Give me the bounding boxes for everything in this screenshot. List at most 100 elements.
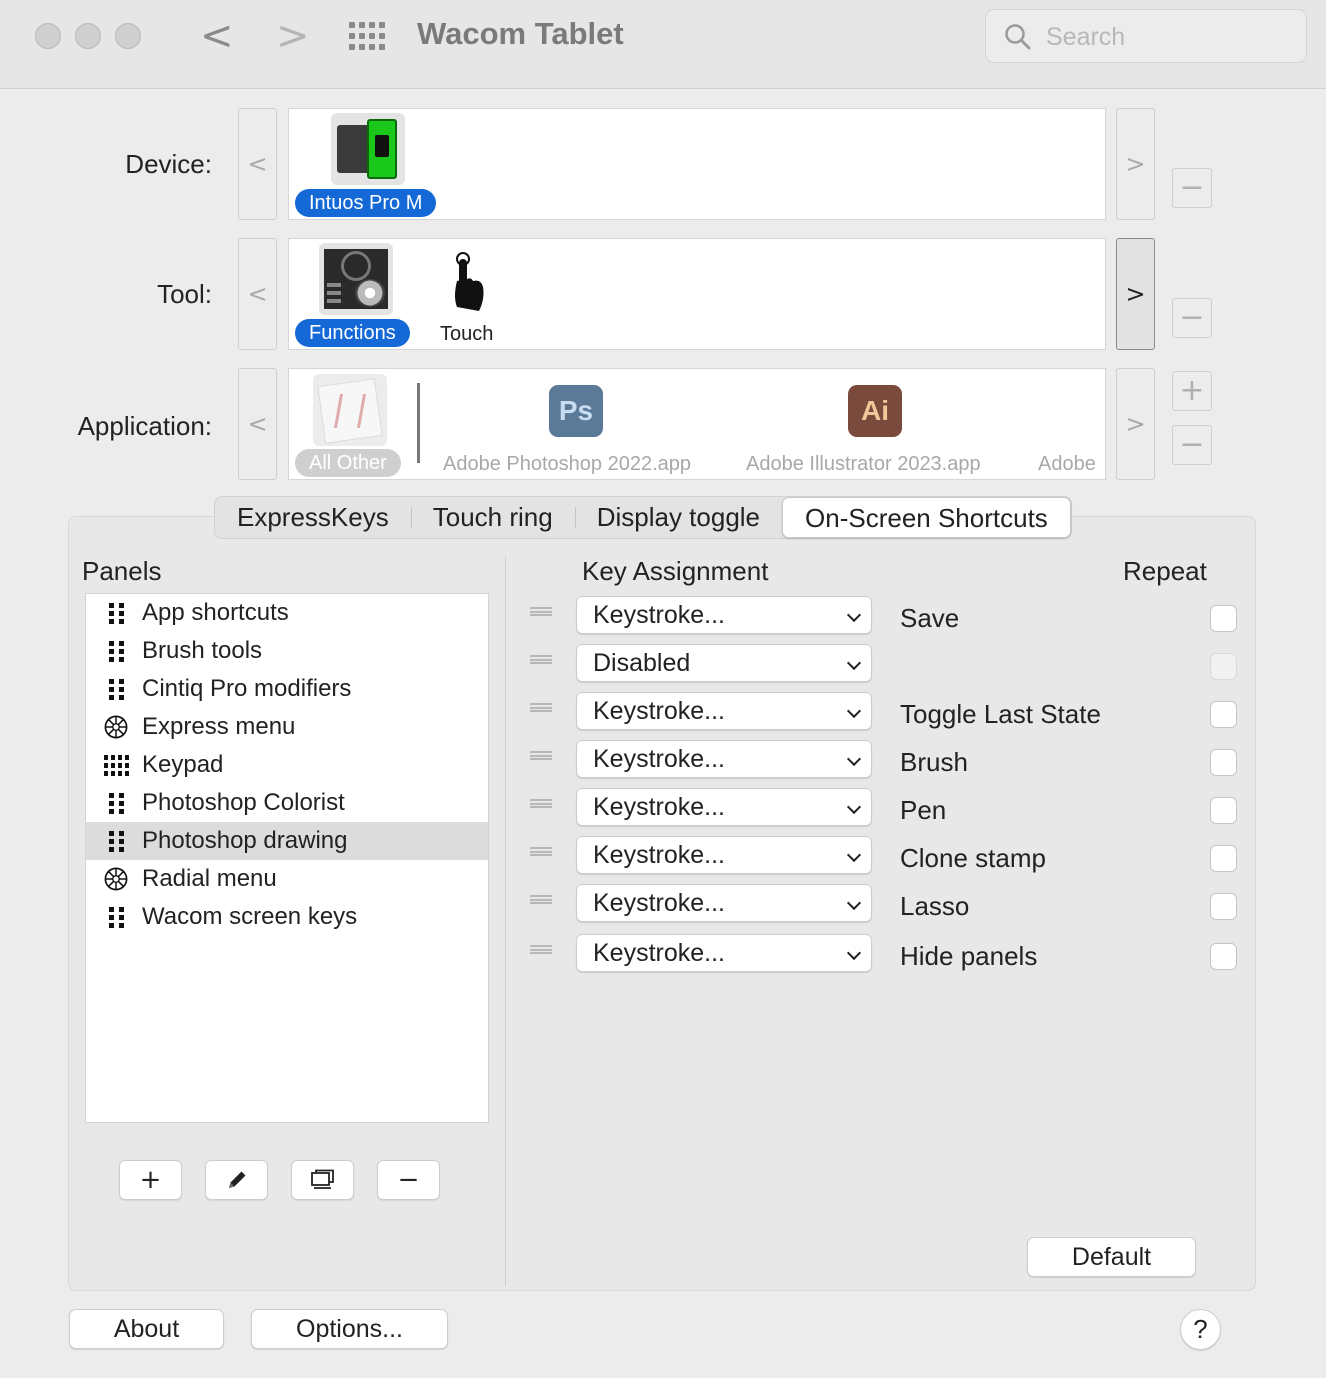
repeat-checkbox[interactable] [1210, 605, 1237, 632]
key-assignment-dropdown[interactable]: Disabled [576, 644, 872, 682]
drag-handle-icon[interactable] [530, 703, 552, 712]
pencil-icon [228, 1171, 245, 1188]
key-assignment-dropdown[interactable]: Keystroke... [576, 836, 872, 874]
show-all-grid-icon[interactable] [349, 22, 387, 50]
panel-item-wacom-screen-keys[interactable]: Wacom screen keys [86, 898, 488, 936]
key-label[interactable]: Lasso [900, 891, 969, 922]
minimize-window-button[interactable] [75, 23, 101, 49]
panel-item-label: Keypad [142, 751, 224, 778]
repeat-checkbox[interactable] [1210, 845, 1237, 872]
panel-item-radial-menu[interactable]: Radial menu [86, 860, 488, 898]
grid-2col-icon [104, 906, 128, 928]
key-assignment-dropdown[interactable]: Keystroke... [576, 596, 872, 634]
repeat-checkbox[interactable] [1210, 943, 1237, 970]
panel-item-photoshop-drawing[interactable]: Photoshop drawing [86, 822, 488, 860]
functions-icon[interactable] [319, 243, 393, 315]
illustrator-app-icon[interactable]: Ai [848, 385, 902, 437]
search-field[interactable]: Search [985, 9, 1307, 63]
repeat-checkbox[interactable] [1210, 749, 1237, 776]
repeat-checkbox[interactable] [1210, 797, 1237, 824]
panel-item-label: Express menu [142, 713, 296, 740]
panel-item-label: Brush tools [142, 637, 263, 664]
chevron-down-icon [846, 655, 862, 671]
add-panel-button[interactable]: + [119, 1160, 182, 1200]
options-button[interactable]: Options... [251, 1309, 448, 1349]
tab-display-toggle[interactable]: Display toggle [574, 497, 782, 538]
back-button[interactable]: < [200, 16, 234, 56]
panel-item-keypad[interactable]: Keypad [86, 746, 488, 784]
application-photoshop[interactable]: Adobe Photoshop 2022.app [443, 453, 691, 476]
about-button[interactable]: About [69, 1309, 224, 1349]
drag-handle-icon[interactable] [530, 751, 552, 760]
key-assignment-dropdown[interactable]: Keystroke... [576, 884, 872, 922]
panel-item-label: Photoshop Colorist [142, 789, 345, 816]
repeat-checkbox[interactable] [1210, 653, 1237, 680]
key-label[interactable]: Clone stamp [900, 843, 1046, 874]
key-label[interactable]: Pen [900, 795, 946, 826]
panel-item-label: Cintiq Pro modifiers [142, 675, 352, 702]
device-intuos-pro-m[interactable]: Intuos Pro M [295, 189, 437, 217]
device-prev-button[interactable]: < [238, 108, 277, 220]
all-other-app-icon[interactable] [313, 374, 387, 446]
device-remove-button[interactable]: − [1172, 168, 1212, 208]
application-prev-button[interactable]: < [238, 368, 277, 480]
remove-panel-button[interactable]: − [377, 1160, 440, 1200]
duplicate-panel-button[interactable] [291, 1160, 354, 1200]
application-remove-button[interactable]: − [1172, 425, 1212, 465]
drag-handle-icon[interactable] [530, 945, 552, 954]
application-add-button[interactable]: + [1172, 371, 1212, 411]
tool-touch[interactable]: Touch [440, 323, 493, 346]
drag-handle-icon[interactable] [530, 607, 552, 616]
dropdown-value: Keystroke... [593, 601, 725, 629]
close-window-button[interactable] [35, 23, 61, 49]
key-label[interactable]: Save [900, 603, 959, 634]
search-placeholder: Search [1046, 23, 1126, 51]
dropdown-value: Keystroke... [593, 841, 725, 869]
panel-item-photoshop-colorist[interactable]: Photoshop Colorist [86, 784, 488, 822]
key-label[interactable]: Toggle Last State [900, 699, 1101, 730]
chevron-down-icon [846, 751, 862, 767]
tab-on-screen-shortcuts[interactable]: On-Screen Shortcuts [782, 497, 1071, 538]
zoom-window-button[interactable] [115, 23, 141, 49]
search-icon [1005, 24, 1031, 50]
grid-4col-icon [103, 754, 129, 776]
tool-prev-button[interactable]: < [238, 238, 277, 350]
tool-next-button[interactable]: > [1116, 238, 1155, 350]
panel-item-cintiq-pro-modifiers[interactable]: Cintiq Pro modifiers [86, 670, 488, 708]
key-assignment-dropdown[interactable]: Keystroke... [576, 740, 872, 778]
tool-functions[interactable]: Functions [295, 319, 410, 347]
tool-label: Tool: [157, 279, 212, 309]
device-next-button[interactable]: > [1116, 108, 1155, 220]
help-button[interactable]: ? [1180, 1309, 1221, 1350]
panel-item-app-shortcuts[interactable]: App shortcuts [86, 594, 488, 632]
tab-touch-ring[interactable]: Touch ring [410, 497, 575, 538]
key-label[interactable]: Brush [900, 747, 968, 778]
application-adobe[interactable]: Adobe [1038, 453, 1096, 476]
drag-handle-icon[interactable] [530, 655, 552, 664]
photoshop-app-icon[interactable]: Ps [549, 385, 603, 437]
drag-handle-icon[interactable] [530, 847, 552, 856]
repeat-checkbox[interactable] [1210, 893, 1237, 920]
panel-item-brush-tools[interactable]: Brush tools [86, 632, 488, 670]
grid-2col-icon [104, 792, 128, 814]
repeat-header: Repeat [1123, 556, 1207, 586]
window-title: Wacom Tablet [417, 16, 624, 51]
edit-panel-button[interactable] [205, 1160, 268, 1200]
application-illustrator[interactable]: Adobe Illustrator 2023.app [746, 453, 981, 476]
key-assignment-dropdown[interactable]: Keystroke... [576, 788, 872, 826]
key-label[interactable]: Hide panels [900, 941, 1037, 972]
default-button[interactable]: Default [1027, 1237, 1196, 1277]
repeat-checkbox[interactable] [1210, 701, 1237, 728]
tablet-battery-icon[interactable] [331, 113, 405, 185]
tab-expresskeys[interactable]: ExpressKeys [215, 497, 411, 538]
drag-handle-icon[interactable] [530, 895, 552, 904]
forward-button[interactable]: > [276, 16, 310, 56]
panel-item-express-menu[interactable]: Express menu [86, 708, 488, 746]
key-assignment-dropdown[interactable]: Keystroke... [576, 692, 872, 730]
drag-handle-icon[interactable] [530, 799, 552, 808]
tool-remove-button[interactable]: − [1172, 298, 1212, 338]
application-next-button[interactable]: > [1116, 368, 1155, 480]
touch-hand-icon[interactable] [447, 247, 487, 313]
key-assignment-dropdown[interactable]: Keystroke... [576, 934, 872, 972]
application-all-other[interactable]: All Other [295, 449, 401, 477]
